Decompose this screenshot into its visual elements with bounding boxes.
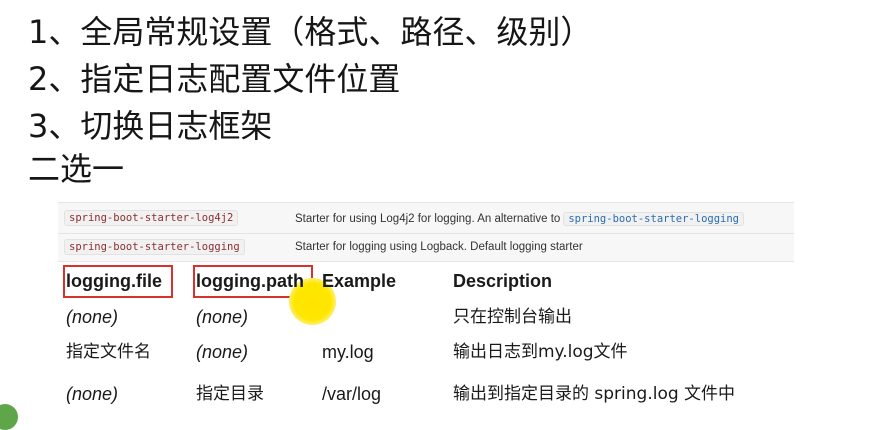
table-cell: (none): [196, 307, 249, 327]
corner-decoration: [0, 404, 18, 430]
table-cell: 输出到指定目录的 spring.log 文件中: [453, 384, 736, 404]
table-cell: 指定目录: [196, 384, 264, 404]
starter-name-log4j2: spring-boot-starter-log4j2: [64, 210, 239, 226]
heading-global-settings: 1、全局常规设置（格式、路径、级别）: [28, 13, 593, 51]
starter-row: spring-boot-starter-logging Starter for …: [58, 233, 794, 262]
heading-choose-one: 二选一: [28, 150, 125, 188]
table-cell: (none): [66, 384, 119, 404]
table-cell: (none): [66, 307, 119, 327]
starter-name-logging: spring-boot-starter-logging: [64, 239, 245, 255]
table-cell: 指定文件名: [66, 342, 151, 362]
column-header-logging-file: logging.file: [66, 271, 162, 291]
starter-table: spring-boot-starter-log4j2 Starter for u…: [58, 202, 794, 262]
table-cell: (none): [196, 342, 249, 362]
heading-config-file-location: 2、指定日志配置文件位置: [28, 60, 401, 98]
column-header-logging-path: logging.path: [196, 271, 304, 291]
column-header-description: Description: [453, 271, 553, 291]
starter-description: Starter for using Log4j2 for logging. An…: [295, 212, 744, 226]
column-header-example: Example: [322, 271, 397, 291]
starter-logging-link[interactable]: spring-boot-starter-logging: [563, 212, 744, 226]
starter-row: spring-boot-starter-log4j2 Starter for u…: [58, 205, 794, 233]
table-cell: /var/log: [322, 384, 382, 404]
heading-switch-framework: 3、切换日志框架: [28, 107, 273, 145]
starter-description-text: Starter for using Log4j2 for logging. An…: [295, 213, 561, 225]
table-cell: 输出日志到my.log文件: [453, 342, 628, 362]
starter-description: Starter for logging using Logback. Defau…: [295, 241, 583, 253]
table-cell: my.log: [322, 342, 374, 362]
table-cell: 只在控制台输出: [453, 307, 572, 327]
